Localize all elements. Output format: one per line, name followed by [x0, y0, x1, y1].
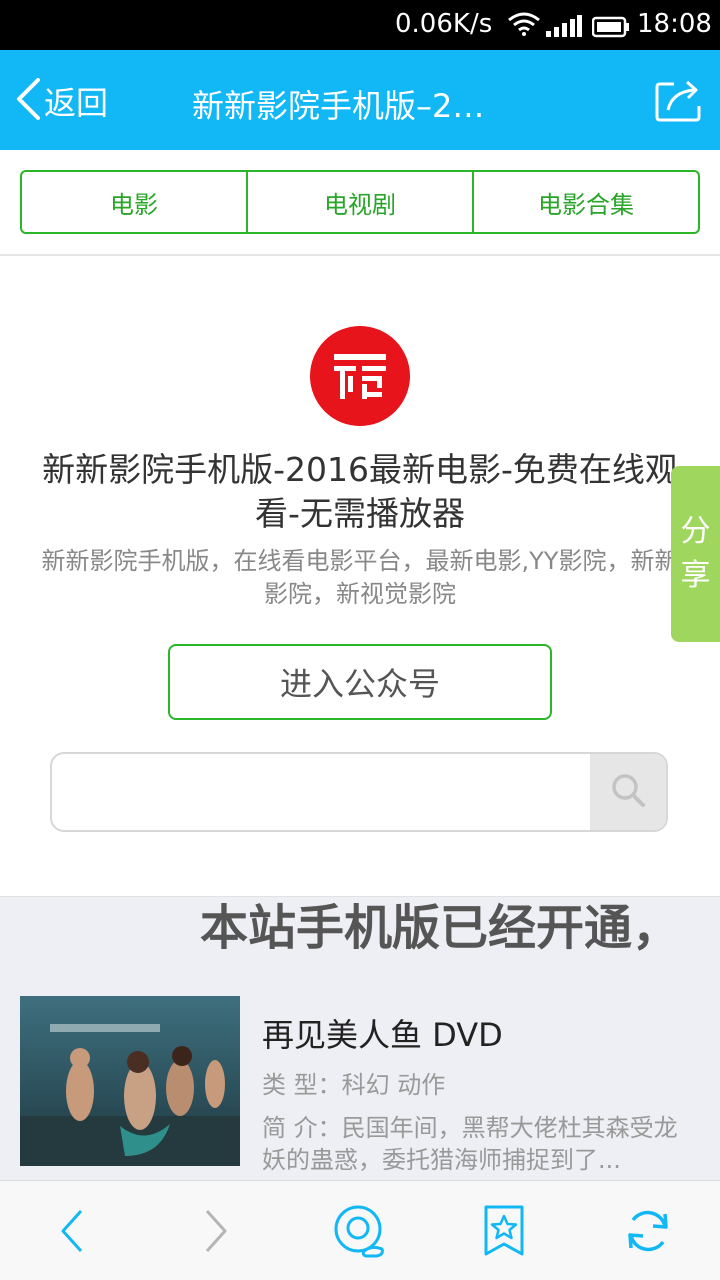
side-share-char: 分 — [680, 514, 711, 549]
tab-movie-collections[interactable]: 电影合集 — [472, 172, 698, 232]
back-label: 返回 — [44, 84, 109, 122]
back-arrow-icon[interactable] — [44, 1203, 100, 1259]
bottom-navigation — [0, 1180, 720, 1280]
announcement-marquee: 本站手机版已经开通， — [200, 900, 681, 956]
wifi-icon — [507, 12, 541, 43]
divider — [0, 254, 720, 256]
clock: 18:08 — [637, 9, 712, 39]
movie-title[interactable]: 再见美人鱼 DVD — [262, 1010, 503, 1056]
search-box — [50, 752, 668, 832]
bookmark-star-icon[interactable] — [476, 1203, 532, 1259]
search-input[interactable] — [52, 754, 592, 830]
follow-official-account-button[interactable]: 进入公众号 — [168, 644, 552, 720]
network-speed: 0.06K/s — [395, 9, 493, 39]
title-bar: 返回 新新影院手机版–2… — [0, 50, 720, 150]
movie-type: 类 型：科幻 动作 — [262, 1071, 446, 1099]
side-share-char: 享 — [680, 558, 711, 593]
battery-icon — [591, 15, 630, 45]
back-button[interactable]: 返回 — [14, 78, 108, 124]
side-share-button[interactable]: 分 享 — [671, 466, 720, 642]
refresh-icon[interactable] — [620, 1203, 676, 1259]
signal-icon — [546, 14, 582, 44]
movie-poster[interactable] — [20, 996, 240, 1166]
tab-tv-series[interactable]: 电视剧 — [246, 172, 472, 232]
search-button[interactable] — [590, 754, 666, 830]
category-tabs: 电影 电视剧 电影合集 — [20, 170, 700, 234]
status-bar: 0.06K/s 18:08 — [0, 0, 720, 50]
search-icon — [608, 770, 648, 814]
cloud-search-icon[interactable] — [332, 1203, 388, 1259]
site-title: 新新影院手机版-2016最新电影-免费在线观看-无需播放器 — [42, 450, 678, 533]
page-title: 新新影院手机版–2… — [192, 87, 485, 125]
forward-arrow-icon[interactable] — [188, 1203, 244, 1259]
back-chevron-icon — [14, 77, 42, 125]
movie-description: 简 介：民国年间，黑帮大佬杜其森受龙妖的蛊惑，委托猎海师捕捉到了... — [262, 1114, 678, 1174]
tab-movies[interactable]: 电影 — [22, 172, 246, 232]
share-export-icon[interactable] — [654, 78, 704, 126]
brand-logo-icon — [310, 326, 410, 426]
site-description: 新新影院手机版，在线看电影平台，最新电影,YY影院，新新影院，新视觉影院 — [41, 547, 679, 608]
